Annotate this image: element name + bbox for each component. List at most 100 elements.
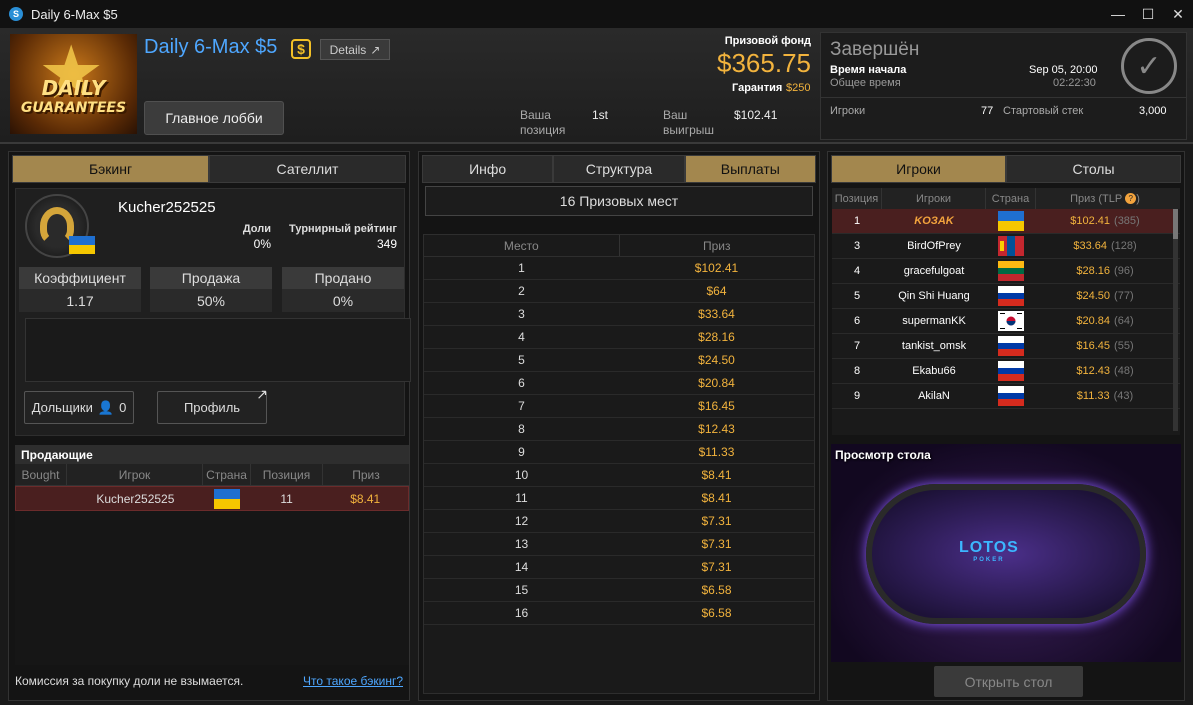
payout-place: 4 [518, 330, 525, 344]
list-item[interactable]: 9 AkilaN $11.33 (43) [832, 384, 1180, 409]
mongolia-flag-icon [986, 234, 1036, 258]
table-row: 16 $6.58 [424, 602, 814, 625]
player-prize: $16.45 [1076, 340, 1111, 352]
table-row: 7 $16.45 [424, 395, 814, 418]
list-item[interactable]: 7 tankist_omsk $16.45 (55) [832, 334, 1180, 359]
russia-flag-icon [986, 334, 1036, 358]
ukraine-flag-icon [986, 209, 1036, 233]
russia-flag-icon [986, 384, 1036, 408]
maximize-icon[interactable]: ☐ [1133, 0, 1163, 28]
col-player[interactable]: Игрок [67, 464, 203, 485]
payouts-panel: Инфо Структура Выплаты 16 Призовых мест … [418, 151, 820, 701]
starting-stack-label: Стартовый стек [1003, 105, 1084, 117]
list-item[interactable]: 8 Ekabu66 $12.43 (48) [832, 359, 1180, 384]
payout-place: 15 [514, 583, 529, 597]
table-row: 3 $33.64 [424, 303, 814, 326]
col-prize-label: Приз (TLP [1070, 192, 1123, 205]
col-position[interactable]: Позиция [832, 188, 882, 209]
preview-title: Просмотр стола [835, 448, 931, 462]
tab-structure[interactable]: Структура [553, 155, 685, 183]
col-bought[interactable]: Bought [15, 464, 67, 485]
profile-button[interactable]: Профиль ↗ [157, 386, 268, 424]
tab-backing[interactable]: Бэкинг [12, 155, 209, 183]
payout-prize: $102.41 [694, 261, 739, 275]
table-row: 8 $12.43 [424, 418, 814, 441]
south-korea-flag-icon [986, 309, 1036, 333]
tab-players[interactable]: Игроки [831, 155, 1006, 183]
user-icon: 👤 [97, 399, 115, 415]
ukraine-flag-icon [69, 236, 95, 254]
col-country[interactable]: Страна [203, 464, 251, 485]
player-prize: $20.84 [1076, 315, 1111, 327]
table-row: 4 $28.16 [424, 326, 814, 349]
payout-prize: $6.58 [701, 606, 732, 620]
player-prize: $28.16 [1076, 265, 1111, 277]
col-prize[interactable]: Приз [323, 464, 409, 485]
col-place: Место [424, 235, 620, 256]
payout-place: 16 [514, 606, 529, 620]
payout-prize: $8.41 [701, 468, 732, 482]
coefficient-label: Коэффициент [19, 267, 141, 289]
list-item[interactable]: 5 Qin Shi Huang $24.50 (77) [832, 284, 1180, 309]
payout-place: 11 [515, 491, 528, 505]
list-item[interactable]: 6 supermanKK $20.84 (64) [832, 309, 1180, 334]
payout-place: 8 [518, 422, 525, 436]
ukraine-flag-icon [203, 487, 251, 510]
shareholders-button[interactable]: Дольщики 👤 0 [24, 391, 134, 424]
scrollbar[interactable] [1173, 209, 1178, 431]
players-list: Позиция Игроки Страна Приз (TLP?) 1 KOЗA… [832, 188, 1180, 435]
profile-label: Профиль [183, 400, 241, 415]
open-table-button[interactable]: Открыть стол [934, 666, 1083, 697]
player-prize: $24.50 [1076, 290, 1111, 302]
tournament-name: Daily 6-Max $5 [144, 36, 278, 58]
payout-place: 9 [518, 445, 525, 459]
position-value: 1st [592, 108, 609, 122]
player-prize: $11.33 [1076, 390, 1110, 402]
player-name: gracefulgoat [903, 265, 965, 277]
table-row: 9 $11.33 [424, 441, 814, 464]
what-is-backing-link[interactable]: Что такое бэкинг? [303, 674, 403, 688]
payout-place: 13 [514, 537, 529, 551]
table-row: 12 $7.31 [424, 510, 814, 533]
sellers-section: Продающие Bought Игрок Страна Позиция Пр… [15, 445, 409, 665]
details-button[interactable]: Details ↗ [320, 39, 390, 60]
tab-satellite[interactable]: Сателлит [209, 155, 406, 183]
payout-prize: $16.45 [698, 399, 735, 413]
payout-place: 3 [518, 307, 525, 321]
table-row: 11 $8.41 [424, 487, 814, 510]
guarantee-value: $250 [786, 82, 811, 94]
close-icon[interactable]: ✕ [1163, 0, 1193, 28]
tab-tables[interactable]: Столы [1006, 155, 1181, 183]
players-panel: Игроки Столы Позиция Игроки Страна Приз … [827, 151, 1185, 701]
tab-payouts[interactable]: Выплаты [684, 155, 816, 183]
list-item[interactable]: 4 gracefulgoat $28.16 (96) [832, 259, 1180, 284]
player-name: Qin Shi Huang [898, 290, 970, 302]
col-country[interactable]: Страна [986, 188, 1036, 209]
table-row[interactable]: Kucher252525 11 $8.41 [15, 486, 409, 511]
player-tlp: (64) [1114, 315, 1134, 327]
check-icon: ✓ [1121, 38, 1177, 94]
player-name: Kucher252525 [118, 199, 216, 216]
col-prize-tlp[interactable]: Приз (TLP?) [1036, 188, 1174, 209]
list-item[interactable]: 1 KOЗAK $102.41 (385) [832, 209, 1174, 234]
tab-info[interactable]: Инфо [422, 155, 554, 183]
table-row: 14 $7.31 [424, 556, 814, 579]
table-row: 15 $6.58 [424, 579, 814, 602]
col-players[interactable]: Игроки [882, 188, 986, 209]
sold-box: Продано 0% [282, 267, 404, 312]
player-name: Ekabu66 [912, 365, 956, 377]
main-lobby-button[interactable]: Главное лобби [144, 101, 284, 135]
currency-badge: $ [291, 39, 311, 59]
list-item[interactable]: 3 BirdOfPrey $33.64 (128) [832, 234, 1180, 259]
external-link-icon: ↗ [256, 386, 268, 402]
payout-prize: $11.33 [698, 445, 735, 459]
player-position: 9 [853, 390, 861, 402]
backing-panel: Бэкинг Сателлит Kucher252525 Доли 0% Тур… [8, 151, 411, 701]
players-value: 77 [981, 105, 994, 117]
minimize-icon[interactable]: — [1103, 0, 1133, 28]
payout-prize: $12.43 [698, 422, 735, 436]
col-position[interactable]: Позиция [251, 464, 323, 485]
external-link-icon: ↗ [370, 42, 381, 57]
tournament-rating-value: 349 [376, 237, 397, 251]
player-tlp: (77) [1114, 290, 1134, 302]
